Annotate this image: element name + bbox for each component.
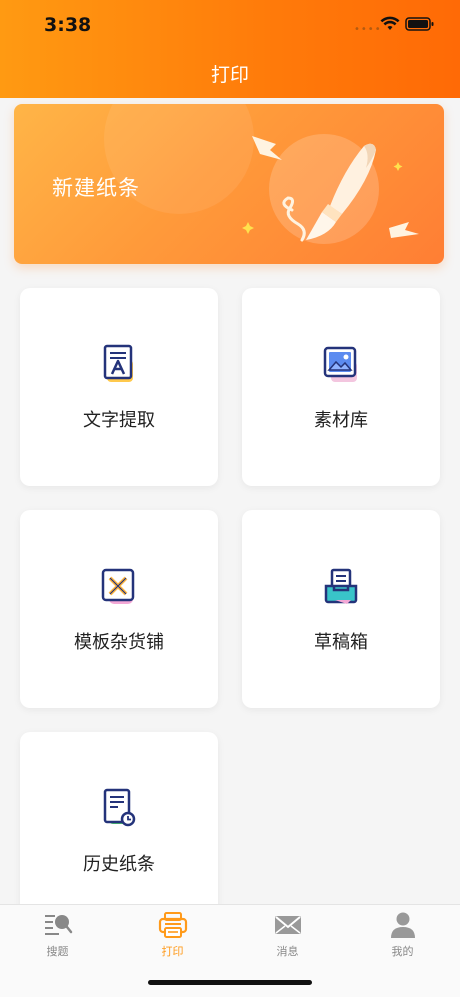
tab-messages[interactable]: 消息 [230,911,345,967]
new-note-banner[interactable]: 新建纸条 [14,104,444,264]
tab-print[interactable]: 打印 [115,911,230,967]
image-library-icon [323,346,357,382]
template-shop-icon [101,568,135,604]
image-library-label: 素材库 [314,410,368,431]
wifi-icon [380,16,400,30]
mail-icon [275,916,301,934]
tab-label: 我的 [391,945,414,958]
template-shop-label: 模板杂货铺 [74,632,164,653]
paintbrush-icon [242,136,419,242]
tab-mine[interactable]: 我的 [345,911,460,967]
new-note-label: 新建纸条 [52,176,140,200]
image-library-tile[interactable]: 素材库 [242,288,440,486]
text-extract-label: 文字提取 [83,410,155,431]
header-bar: 3:38 •••• 打印 [0,0,460,98]
page-title: 打印 [210,64,249,86]
status-time: 3:38 [44,14,92,36]
tab-search-question[interactable]: 搜题 [0,911,115,967]
home-indicator [148,980,312,985]
history-note-icon [103,788,136,827]
draft-box-tile[interactable]: 草稿箱 [242,510,440,708]
printer-icon [158,912,188,938]
search-question-icon [45,915,73,935]
draft-box-label: 草稿箱 [314,632,368,653]
tab-label: 搜题 [46,945,69,958]
person-icon [391,912,415,938]
tab-label: 消息 [276,945,299,958]
draft-box-icon [324,568,358,604]
history-note-tile[interactable]: 历史纸条 [20,732,218,930]
history-note-label: 历史纸条 [83,854,155,875]
template-shop-tile[interactable]: 模板杂货铺 [20,510,218,708]
signal-dots-icon: •••• [354,24,382,35]
text-extract-tile[interactable]: 文字提取 [20,288,218,486]
tab-label: 打印 [161,945,184,958]
battery-icon [405,17,434,31]
text-extract-icon [103,344,133,382]
